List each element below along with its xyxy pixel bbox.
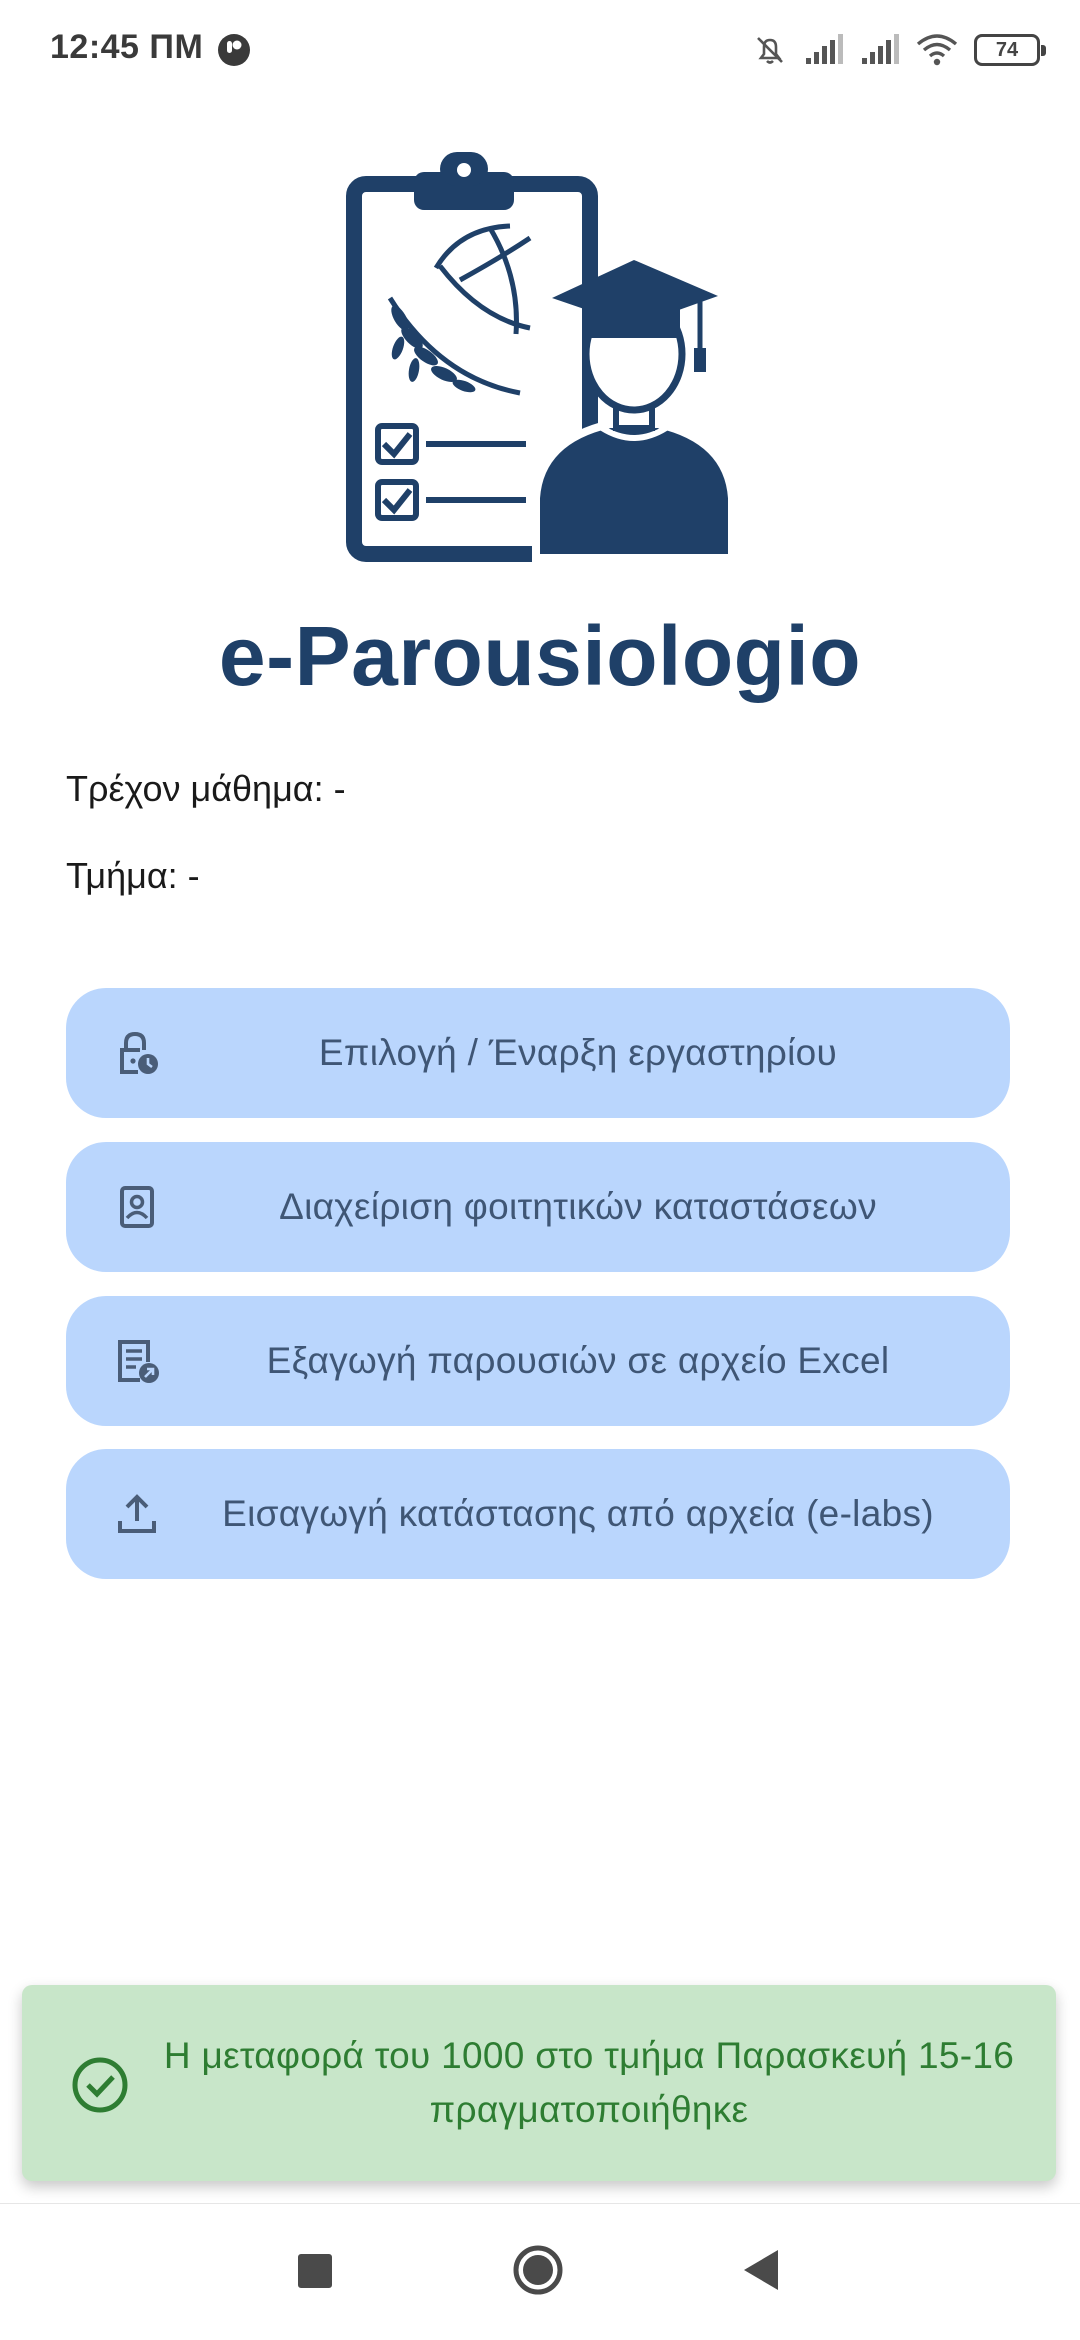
status-bar: 12:45 ΠΜ 74 <box>0 0 1080 96</box>
export-excel-button[interactable]: Εξαγωγή παρουσιών σε αρχείο Excel <box>66 1296 1010 1426</box>
signal-icon <box>806 34 843 64</box>
signal-icon <box>862 34 899 64</box>
export-document-icon <box>118 1340 159 1383</box>
notifications-off-icon <box>757 37 783 64</box>
lock-clock-icon <box>120 1031 158 1074</box>
export-excel-label: Εξαγωγή παρουσιών σε αρχείο Excel <box>266 1340 890 1381</box>
import-elabs-label: Εισαγωγή κατάστασης από αρχεία (e-labs) <box>222 1493 934 1534</box>
battery-icon: 74 <box>974 34 1046 66</box>
app-notification-icon <box>218 34 250 66</box>
select-start-lab-label: Επιλογή / Έναρξη εργαστηρίου <box>318 1032 838 1073</box>
current-section-label: Τμήμα: - <box>66 855 200 896</box>
contact-card-icon <box>120 1186 154 1228</box>
import-elabs-button[interactable]: Εισαγωγή κατάστασης από αρχεία (e-labs) <box>66 1449 1010 1579</box>
clipboard-graduate-logo <box>346 152 736 562</box>
back-icon[interactable] <box>740 2248 780 2292</box>
status-time: 12:45 ΠΜ <box>50 28 204 66</box>
check-circle-icon <box>72 2057 128 2113</box>
screen: 12:45 ΠΜ 74 e-Parousiologio Τρέχον μάθημ… <box>0 0 1080 2340</box>
upload-icon <box>118 1494 156 1533</box>
manage-student-lists-button[interactable]: Διαχείριση φοιτητικών καταστάσεων <box>66 1142 1010 1272</box>
success-snackbar: Η μεταφορά του 1000 στο τμήμα Παρασκευή … <box>22 1985 1056 2181</box>
snackbar-message: Η μεταφορά του 1000 στο τμήμα Παρασκευή … <box>163 2035 1015 2130</box>
app-title: e-Parousiologio <box>218 609 862 703</box>
status-icons: 74 <box>752 30 1046 70</box>
manage-student-lists-label: Διαχείριση φοιτητικών καταστάσεων <box>279 1186 877 1227</box>
home-icon[interactable] <box>512 2244 564 2296</box>
navigation-bar <box>0 2203 1080 2340</box>
recents-icon[interactable] <box>298 2254 332 2288</box>
current-course-label: Τρέχον μάθημα: - <box>66 768 346 809</box>
select-start-lab-button[interactable]: Επιλογή / Έναρξη εργαστηρίου <box>66 988 1010 1118</box>
wifi-icon <box>916 34 958 66</box>
